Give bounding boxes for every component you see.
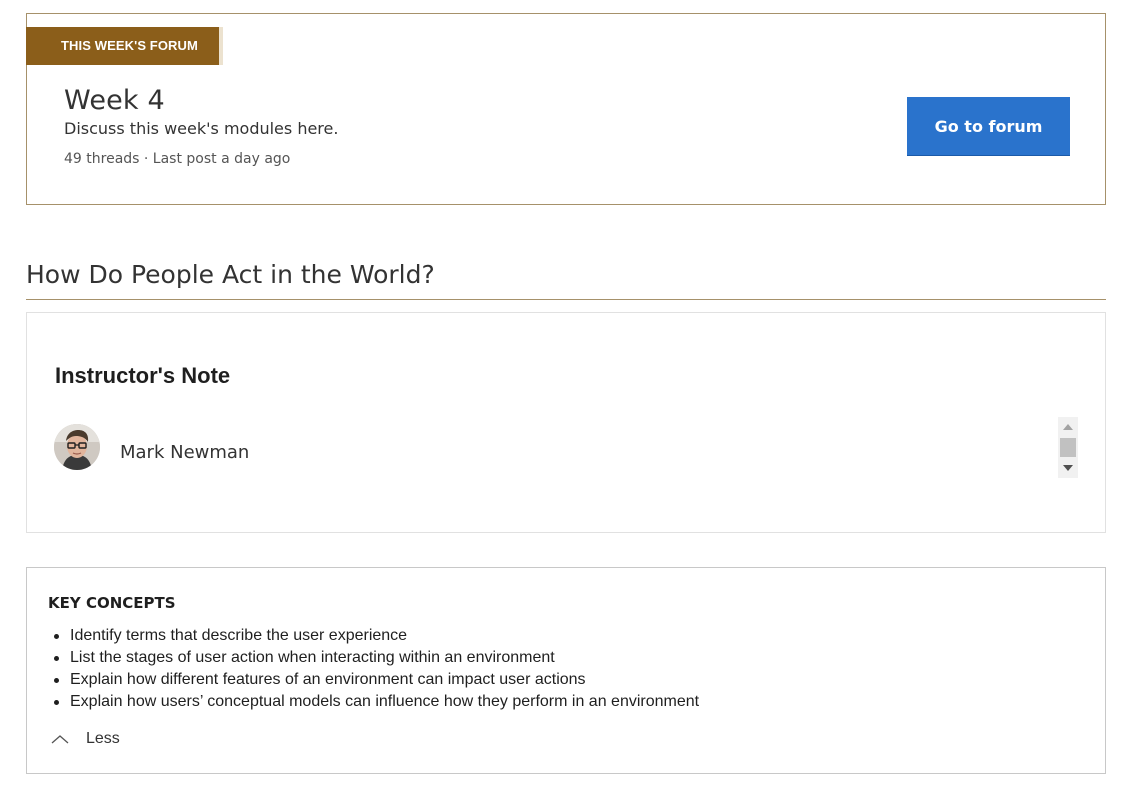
note-title: Instructor's Note [55, 363, 231, 388]
key-concepts-title: KEY CONCEPTS [48, 594, 176, 612]
list-item: List the stages of user action when inte… [48, 647, 699, 669]
chevron-up-icon [51, 735, 69, 744]
section-divider [26, 299, 1106, 300]
section-heading: How Do People Act in the World? [26, 260, 435, 289]
key-concepts-card: KEY CONCEPTS Identify terms that describ… [26, 567, 1106, 774]
list-item: Explain how different features of an env… [48, 669, 699, 691]
go-to-forum-button[interactable]: Go to forum [907, 97, 1070, 156]
key-concepts-list: Identify terms that describe the user ex… [48, 625, 699, 713]
list-item: Explain how users’ conceptual models can… [48, 691, 699, 713]
instructor-note-card: Instructor's Note Mark Newman [26, 312, 1106, 533]
list-item: Identify terms that describe the user ex… [48, 625, 699, 647]
forum-title: Week 4 [64, 85, 165, 116]
forum-tag: THIS WEEK'S FORUM [26, 27, 223, 65]
less-toggle[interactable]: Less [49, 728, 120, 750]
note-scrollbar[interactable] [1058, 417, 1078, 478]
instructor-name: Mark Newman [120, 442, 250, 463]
forum-description: Discuss this week's modules here. [64, 119, 339, 138]
avatar [54, 424, 100, 470]
forum-meta: 49 threads · Last post a day ago [64, 151, 291, 167]
scroll-up-arrow-icon[interactable] [1058, 419, 1078, 435]
less-label: Less [86, 730, 120, 747]
forum-card: THIS WEEK'S FORUM Week 4 Discuss this we… [26, 13, 1106, 205]
instructor-avatar-image [54, 424, 100, 470]
scroll-down-arrow-icon[interactable] [1058, 460, 1078, 476]
scrollbar-thumb[interactable] [1060, 438, 1076, 457]
